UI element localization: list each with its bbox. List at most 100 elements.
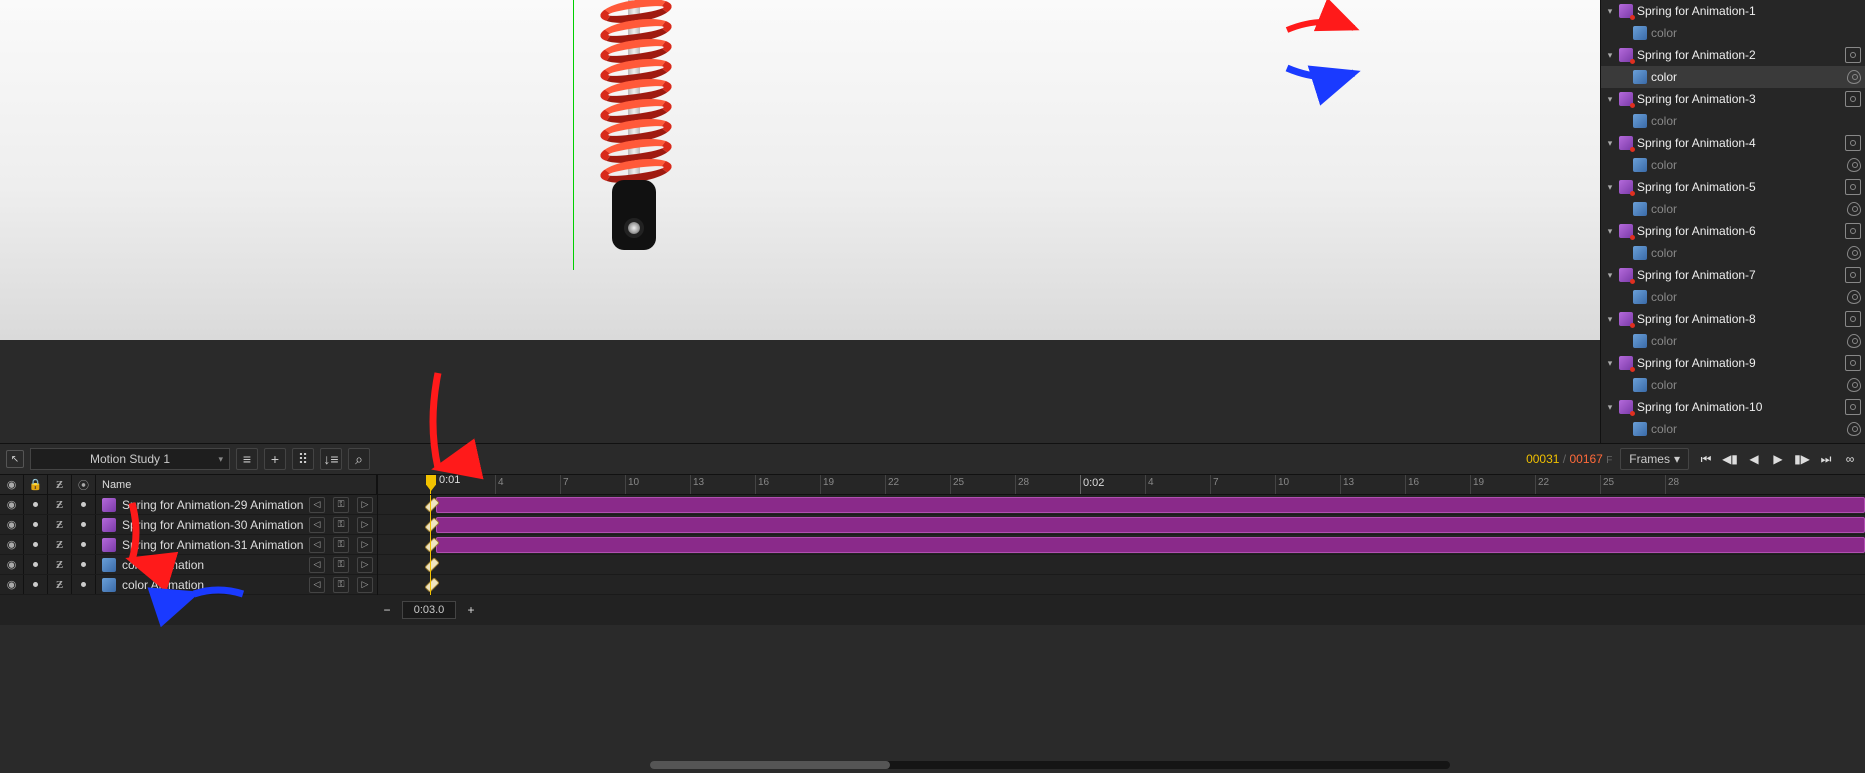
list-view-button[interactable]: ≡ (236, 448, 258, 470)
prev-key-button[interactable]: ◁ (309, 517, 325, 533)
add-key-button[interactable]: ⚿ (333, 517, 349, 533)
add-key-button[interactable]: ⚿ (333, 497, 349, 513)
solo-column-icon[interactable]: Ƶ (48, 475, 72, 494)
visibility-column-icon[interactable]: ◉ (0, 475, 24, 494)
track-row[interactable]: ◉ƵSpring for Animation-30 Animation◁⚿▷ (0, 515, 377, 535)
add-key-button[interactable]: ⚿ (333, 537, 349, 553)
tree-item-parent[interactable]: ▾Spring for Animation-7 (1601, 264, 1865, 286)
eye-icon[interactable] (1847, 246, 1861, 260)
timeline-track-lane[interactable] (378, 575, 1865, 595)
track-solo-toggle[interactable]: Ƶ (48, 535, 72, 554)
add-key-button[interactable]: ⚿ (333, 577, 349, 593)
tree-item-child[interactable]: color (1601, 66, 1865, 88)
track-solo-toggle[interactable]: Ƶ (48, 555, 72, 574)
time-units-dropdown[interactable]: Frames ▾ (1620, 448, 1689, 470)
eye-icon[interactable] (1847, 202, 1861, 216)
horizontal-scrollbar[interactable] (650, 761, 1450, 769)
prev-key-button[interactable]: ◁ (309, 497, 325, 513)
track-lock-toggle[interactable] (24, 575, 48, 594)
tree-item-child[interactable]: color (1601, 154, 1865, 176)
eye-icon[interactable] (1847, 378, 1861, 392)
animation-clip[interactable] (436, 537, 1865, 553)
timeline-canvas[interactable]: 0:01 47101316192225280:02471013161922252… (378, 475, 1865, 595)
step-back-button[interactable]: ◀ (1745, 450, 1763, 468)
next-key-button[interactable]: ▷ (357, 577, 373, 593)
prev-key-button[interactable]: ◁ (309, 557, 325, 573)
play-button[interactable]: ▶ (1769, 450, 1787, 468)
next-key-button[interactable]: ▷ (357, 497, 373, 513)
zoom-in-button[interactable]: + (462, 601, 480, 619)
disclosure-triangle-icon[interactable]: ▾ (1605, 314, 1615, 325)
tree-item-child[interactable]: color (1601, 330, 1865, 352)
next-key-button[interactable]: ▷ (357, 557, 373, 573)
collapse-tool-icon[interactable]: ↖ (6, 450, 24, 468)
next-key-button[interactable]: ▷ (357, 517, 373, 533)
next-key-button[interactable]: ▷ (357, 537, 373, 553)
timeline-track-lane[interactable] (378, 515, 1865, 535)
tree-item-parent[interactable]: ▾Spring for Animation-2 (1601, 44, 1865, 66)
eye-icon[interactable] (1847, 422, 1861, 436)
disclosure-triangle-icon[interactable]: ▾ (1605, 226, 1615, 237)
track-lock-toggle[interactable] (24, 495, 48, 514)
tree-item-parent[interactable]: ▾Spring for Animation-10 (1601, 396, 1865, 418)
track-solo-toggle[interactable]: Ƶ (48, 515, 72, 534)
add-key-button[interactable]: ⚿ (333, 557, 349, 573)
zoom-out-button[interactable]: − (378, 601, 396, 619)
disclosure-triangle-icon[interactable]: ▾ (1605, 358, 1615, 369)
track-row[interactable]: ◉ƵSpring for Animation-31 Animation◁⚿▷ (0, 535, 377, 555)
timeline-track-lane[interactable] (378, 495, 1865, 515)
track-visibility-toggle[interactable]: ◉ (0, 575, 24, 594)
search-button[interactable]: ⌕ (348, 448, 370, 470)
focus-icon[interactable] (1845, 399, 1861, 415)
animation-clip[interactable] (436, 497, 1865, 513)
viewport-3d[interactable] (0, 0, 1600, 443)
playhead-line[interactable] (430, 495, 431, 595)
timeline-track-lane[interactable] (378, 535, 1865, 555)
track-solo-toggle[interactable]: Ƶ (48, 575, 72, 594)
next-keyframe-button[interactable]: ▮▶ (1793, 450, 1811, 468)
tree-item-child[interactable]: color (1601, 374, 1865, 396)
tree-item-child[interactable]: color (1601, 198, 1865, 220)
tree-item-child[interactable]: color (1601, 418, 1865, 440)
timeline-ruler[interactable]: 0:01 47101316192225280:02471013161922252… (378, 475, 1865, 495)
grid-snap-button[interactable]: ⠿ (292, 448, 314, 470)
track-graph-toggle[interactable] (72, 535, 96, 554)
disclosure-triangle-icon[interactable]: ▾ (1605, 402, 1615, 413)
prev-key-button[interactable]: ◁ (309, 537, 325, 553)
track-visibility-toggle[interactable]: ◉ (0, 515, 24, 534)
eye-icon[interactable] (1847, 158, 1861, 172)
focus-icon[interactable] (1845, 47, 1861, 63)
time-input[interactable] (402, 601, 456, 619)
sort-button[interactable]: ↓≡ (320, 448, 342, 470)
prev-keyframe-button[interactable]: ◀▮ (1721, 450, 1739, 468)
track-row[interactable]: ◉Ƶcolor Animation◁⚿▷ (0, 555, 377, 575)
track-lock-toggle[interactable] (24, 515, 48, 534)
tree-item-child[interactable]: color (1601, 110, 1865, 132)
disclosure-triangle-icon[interactable]: ▾ (1605, 270, 1615, 281)
focus-icon[interactable] (1845, 135, 1861, 151)
tree-item-child[interactable]: color (1601, 22, 1865, 44)
focus-icon[interactable] (1845, 267, 1861, 283)
track-solo-toggle[interactable]: Ƶ (48, 495, 72, 514)
eye-icon[interactable] (1847, 334, 1861, 348)
scrollbar-thumb[interactable] (650, 761, 890, 769)
tree-item-parent[interactable]: ▾Spring for Animation-3 (1601, 88, 1865, 110)
track-row[interactable]: ◉ƵSpring for Animation-29 Animation◁⚿▷ (0, 495, 377, 515)
track-visibility-toggle[interactable]: ◉ (0, 535, 24, 554)
focus-icon[interactable] (1845, 355, 1861, 371)
prev-key-button[interactable]: ◁ (309, 577, 325, 593)
track-graph-toggle[interactable] (72, 575, 96, 594)
track-graph-toggle[interactable] (72, 495, 96, 514)
tree-item-parent[interactable]: ▾Spring for Animation-1 (1601, 0, 1865, 22)
tree-item-parent[interactable]: ▾Spring for Animation-4 (1601, 132, 1865, 154)
disclosure-triangle-icon[interactable]: ▾ (1605, 94, 1615, 105)
disclosure-triangle-icon[interactable]: ▾ (1605, 50, 1615, 61)
playhead[interactable]: 0:01 (430, 475, 431, 494)
track-graph-toggle[interactable] (72, 515, 96, 534)
disclosure-triangle-icon[interactable]: ▾ (1605, 138, 1615, 149)
motion-study-selector[interactable]: Motion Study 1 ▾ (30, 448, 230, 470)
eye-icon[interactable] (1847, 290, 1861, 304)
tree-item-parent[interactable]: ▾Spring for Animation-9 (1601, 352, 1865, 374)
track-row[interactable]: ◉Ƶcolor Animation◁⚿▷ (0, 575, 377, 595)
playhead-handle-icon[interactable] (426, 475, 436, 491)
